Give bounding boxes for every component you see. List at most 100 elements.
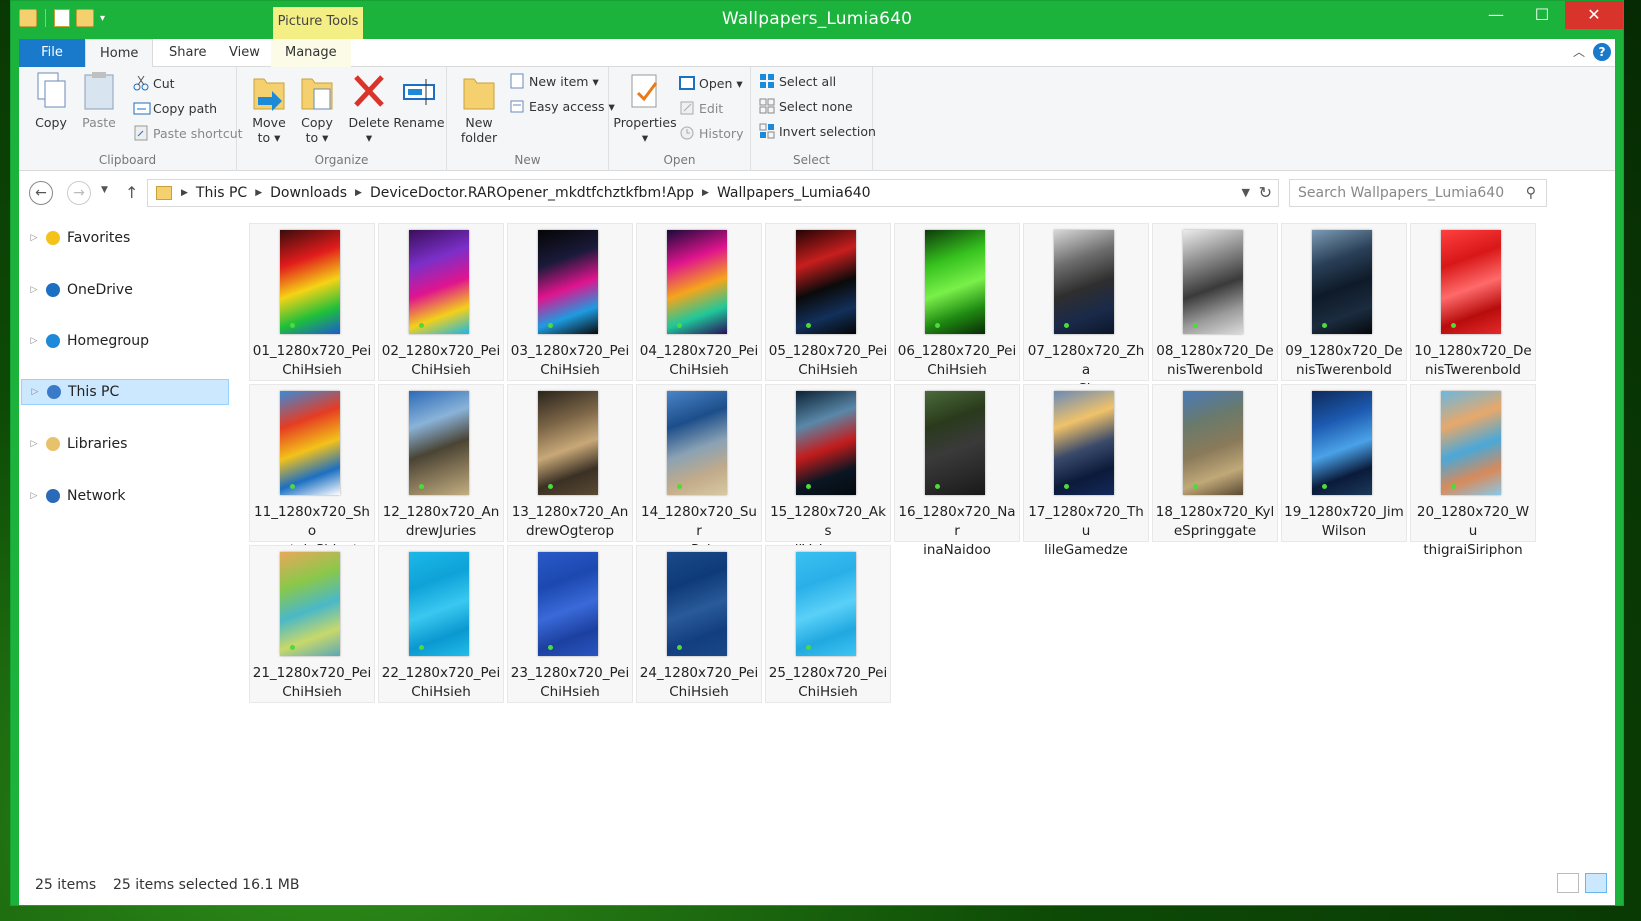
expand-arrow-icon[interactable]: ▷ [27, 285, 41, 295]
file-tile[interactable]: 09_1280x720_De nisTwerenbold [1281, 223, 1407, 381]
expand-arrow-icon[interactable]: ▷ [27, 233, 41, 243]
file-tile[interactable]: 06_1280x720_Pei ChiHsieh [894, 223, 1020, 381]
close-button[interactable]: ✕ [1565, 1, 1623, 29]
move-to-label-1: Move [252, 115, 286, 130]
image-thumbnail [1054, 391, 1114, 495]
edit-button[interactable]: Edit [679, 98, 723, 118]
tab-manage[interactable]: Manage [271, 39, 351, 67]
file-tile[interactable]: 12_1280x720_An drewJuries [378, 384, 504, 542]
nav-item-libraries[interactable]: ▷ Libraries [21, 431, 229, 457]
file-tile[interactable]: 19_1280x720_Jim Wilson [1281, 384, 1407, 542]
file-tile[interactable]: 25_1280x720_Pei ChiHsieh [765, 545, 891, 703]
nav-item-favorites[interactable]: ▷ Favorites [21, 225, 229, 251]
file-tile[interactable]: 14_1280x720_SurayaPelser [636, 384, 762, 558]
file-tile[interactable]: 11_1280x720_ShomwatalaShivute [249, 384, 375, 558]
status-bar: 25 items 25 items selected 16.1 MB [19, 861, 1615, 905]
file-tile[interactable]: 20_1280x720_Wu thigraiSiriphon [1410, 384, 1536, 558]
nav-item-homegroup[interactable]: ▷ Homegroup [21, 328, 229, 354]
select-group: Select all Select none Invert selection … [751, 67, 876, 171]
details-view-icon[interactable] [1557, 873, 1579, 893]
open-button[interactable]: Open ▾ [679, 73, 743, 93]
file-tile[interactable]: 21_1280x720_Pei ChiHsieh [249, 545, 375, 703]
file-tile[interactable]: 18_1280x720_Kyl eSpringgate [1152, 384, 1278, 542]
expand-arrow-icon[interactable]: ▷ [27, 439, 41, 449]
properties-dropdown[interactable]: ▾ [613, 130, 677, 145]
new-group-label: New [514, 153, 541, 167]
nav-item-this-pc[interactable]: ▷ This PC [21, 379, 229, 405]
file-tile[interactable]: 24_1280x720_Pei ChiHsieh [636, 545, 762, 703]
refresh-icon[interactable]: ↻ [1259, 183, 1272, 202]
large-icons-view-icon[interactable] [1585, 873, 1607, 893]
easy-access-button[interactable]: Easy access ▾ [509, 96, 615, 116]
file-tile[interactable]: 23_1280x720_Pei ChiHsieh [507, 545, 633, 703]
back-button[interactable]: ← [29, 181, 53, 205]
tab-view[interactable]: View [215, 39, 274, 67]
copy-button[interactable]: Copy [25, 71, 77, 130]
tab-share[interactable]: Share [155, 39, 221, 67]
selected-dot-icon [1064, 323, 1069, 328]
title-bar: ▾ Picture Tools Wallpapers_Lumia640 — ☐ … [11, 1, 1623, 39]
breadcrumb-app[interactable]: DeviceDoctor.RAROpener_mkdtfchztkfbm!App [365, 185, 699, 201]
properties-label: Properties [613, 115, 677, 130]
history-button[interactable]: History [679, 123, 743, 143]
file-tile[interactable]: 03_1280x720_Pei ChiHsieh [507, 223, 633, 381]
expand-arrow-icon[interactable]: ▷ [27, 336, 41, 346]
rename-button[interactable]: Rename [393, 71, 445, 130]
paste-button[interactable]: Paste [73, 71, 125, 130]
delete-dropdown[interactable]: ▾ [343, 130, 395, 145]
file-tile[interactable]: 04_1280x720_Pei ChiHsieh [636, 223, 762, 381]
file-tile[interactable]: 02_1280x720_Pei ChiHsieh [378, 223, 504, 381]
file-tile[interactable]: 16_1280x720_Nar inaNaidoo [894, 384, 1020, 558]
file-name: 10_1280x720_De nisTwerenbold [1413, 342, 1533, 380]
file-tile[interactable]: 17_1280x720_Thu lileGamedze [1023, 384, 1149, 558]
file-tile[interactable]: 22_1280x720_Pei ChiHsieh [378, 545, 504, 703]
collapse-ribbon-icon[interactable]: ︿ [1573, 43, 1585, 60]
tab-home[interactable]: Home [85, 39, 154, 68]
new-item-button[interactable]: New item ▾ [509, 71, 599, 91]
invert-selection-button[interactable]: Invert selection [759, 121, 876, 141]
copy-icon [34, 71, 68, 111]
file-tile[interactable]: 13_1280x720_An drewOgterop [507, 384, 633, 542]
expand-arrow-icon[interactable]: ▷ [27, 491, 41, 501]
breadcrumb-current[interactable]: Wallpapers_Lumia640 [712, 185, 876, 201]
file-tile[interactable]: 07_1280x720_ZhangChao [1023, 223, 1149, 397]
move-to-button[interactable]: Move to ▾ [243, 71, 295, 145]
breadcrumb-arrow[interactable]: ▶ [252, 188, 265, 198]
file-name-line-1: 16_1280x720_Nar [898, 504, 1016, 539]
copy-path-button[interactable]: Copy path [133, 98, 217, 118]
maximize-button[interactable]: ☐ [1519, 1, 1565, 29]
forward-button[interactable]: → [67, 181, 91, 205]
select-all-button[interactable]: Select all [759, 71, 836, 91]
select-none-button[interactable]: Select none [759, 96, 853, 116]
new-folder-button[interactable]: New folder [453, 71, 505, 145]
paste-shortcut-button[interactable]: Paste shortcut [133, 123, 243, 143]
file-tile[interactable]: 08_1280x720_De nisTwerenbold [1152, 223, 1278, 381]
search-input[interactable]: Search Wallpapers_Lumia640 ⚲ [1289, 179, 1547, 207]
breadcrumb-arrow[interactable]: ▶ [178, 188, 191, 198]
tab-file[interactable]: File [19, 39, 85, 67]
file-tile[interactable]: 01_1280x720_Pei ChiHsieh [249, 223, 375, 381]
up-button[interactable]: ↑ [125, 183, 138, 202]
breadcrumb-arrow[interactable]: ▶ [352, 188, 365, 198]
file-name: 03_1280x720_Pei ChiHsieh [510, 342, 630, 380]
breadcrumb-arrow[interactable]: ▶ [699, 188, 712, 198]
file-tile[interactable]: 10_1280x720_De nisTwerenbold [1410, 223, 1536, 381]
nav-item-onedrive[interactable]: ▷ OneDrive [21, 277, 229, 303]
breadcrumb-this-pc[interactable]: This PC [191, 185, 252, 201]
address-bar[interactable]: ▶ This PC ▶ Downloads ▶ DeviceDoctor.RAR… [147, 179, 1279, 207]
address-dropdown[interactable]: ▼ [1242, 186, 1250, 199]
breadcrumb-downloads[interactable]: Downloads [265, 185, 352, 201]
file-name-line-1: 20_1280x720_Wu [1416, 504, 1530, 539]
properties-button[interactable]: Properties ▾ [613, 71, 677, 145]
nav-item-network[interactable]: ▷ Network [21, 483, 229, 509]
copy-to-button[interactable]: Copy to ▾ [291, 71, 343, 145]
expand-arrow-icon[interactable]: ▷ [28, 387, 42, 397]
minimize-button[interactable]: — [1473, 1, 1519, 29]
help-icon[interactable]: ? [1593, 43, 1611, 61]
file-tile[interactable]: 05_1280x720_Pei ChiHsieh [765, 223, 891, 381]
recent-locations-dropdown[interactable]: ▼ [101, 185, 108, 195]
delete-button[interactable]: Delete ▾ [343, 71, 395, 145]
cut-button[interactable]: Cut [133, 73, 175, 93]
file-tile[interactable]: 15_1280x720_AkseliValmunen [765, 384, 891, 558]
file-name: 19_1280x720_Jim Wilson [1284, 503, 1404, 541]
